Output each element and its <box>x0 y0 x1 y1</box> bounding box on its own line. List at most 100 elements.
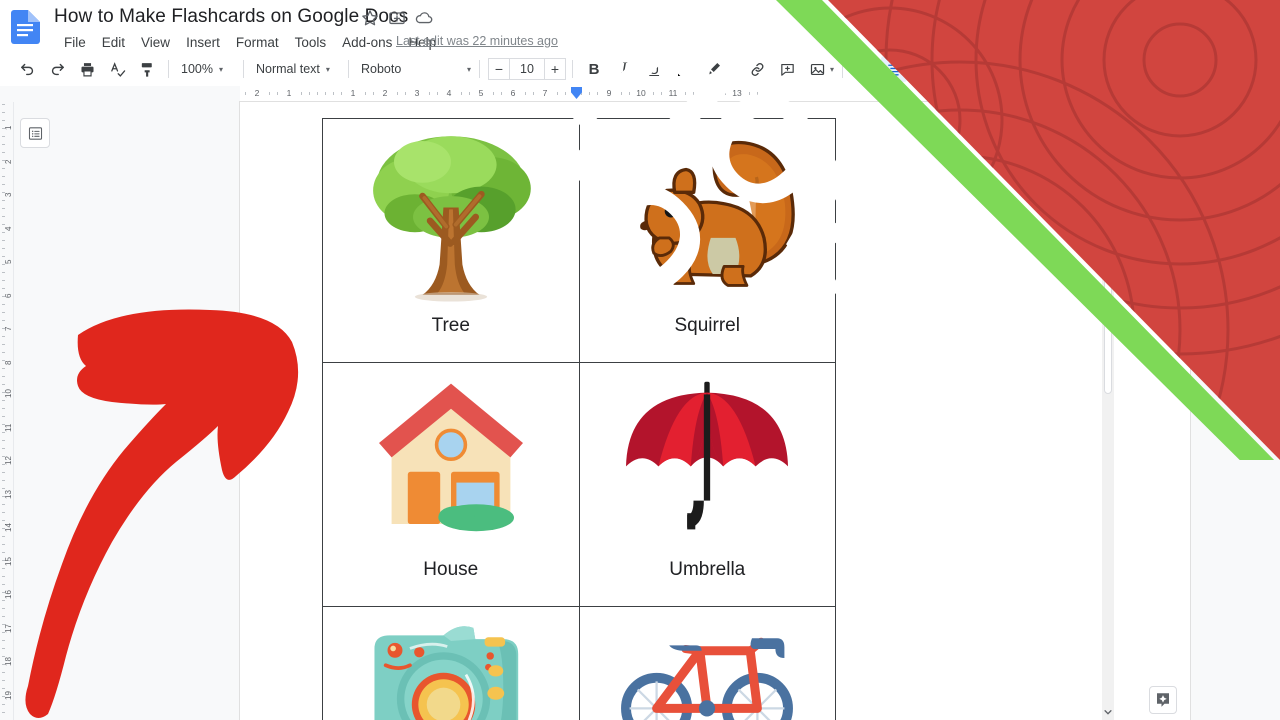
ruler-tick <box>2 712 5 713</box>
ruler-tick <box>2 392 5 393</box>
ruler-tick <box>325 92 326 95</box>
align-left-icon[interactable] <box>851 56 877 82</box>
flashcard-cell-bicycle[interactable] <box>578 606 836 720</box>
flashcard-cell-camera[interactable] <box>322 606 580 720</box>
ruler-tick <box>461 92 462 95</box>
saved-to-drive-cloud-icon[interactable] <box>414 8 434 28</box>
flashcard-label: House <box>423 559 479 580</box>
horizontal-ruler[interactable]: 2 1 1 2 3 4 5 6 7 9 10 11 12 13 <box>0 86 1280 102</box>
indent-marker-icon[interactable] <box>571 87 582 99</box>
ruler-number: 7 <box>542 88 548 98</box>
menu-item-insert[interactable]: Insert <box>178 35 228 50</box>
flashcard-table[interactable]: Tree Squirrel House Umbrella <box>322 118 836 720</box>
bold-button[interactable]: B <box>581 56 607 82</box>
horizontal-ruler-track: 2 1 1 2 3 4 5 6 7 9 10 11 12 13 <box>240 86 940 102</box>
document-outline-icon[interactable] <box>20 118 50 148</box>
ruler-number: 1 <box>4 125 13 130</box>
ruler-tick <box>2 376 5 377</box>
ruler-tick <box>2 480 5 481</box>
insert-image-icon[interactable] <box>804 56 830 82</box>
menu-item-file[interactable]: File <box>56 35 94 50</box>
ruler-tick <box>757 92 758 95</box>
redo-icon[interactable] <box>44 56 70 82</box>
menu-item-addons[interactable]: Add-ons <box>334 35 400 50</box>
ruler-tick <box>2 680 5 681</box>
paint-format-icon[interactable] <box>134 56 160 82</box>
ruler-tick <box>2 672 5 673</box>
text-color-button[interactable]: A <box>671 56 697 82</box>
ruler-tick <box>2 456 5 457</box>
squirrel-illustration <box>580 119 836 315</box>
vertical-scrollbar[interactable] <box>1102 102 1114 720</box>
chevron-down-icon: ▾ <box>466 64 471 74</box>
ruler-tick <box>2 592 5 593</box>
toolbar-divider <box>842 60 844 78</box>
flashcard-cell-house[interactable]: House <box>322 362 580 607</box>
camera-illustration <box>323 607 579 720</box>
undo-icon[interactable] <box>14 56 40 82</box>
menu-item-view[interactable]: View <box>133 35 178 50</box>
ruler-tick <box>2 104 5 105</box>
chevron-down-icon[interactable] <box>1102 706 1114 718</box>
ruler-tick <box>717 92 718 95</box>
flashcard-cell-tree[interactable]: Tree <box>322 118 580 363</box>
ruler-tick <box>2 536 5 537</box>
ruler-tick <box>2 304 5 305</box>
spellcheck-icon[interactable] <box>104 56 130 82</box>
google-docs-logo[interactable] <box>10 10 40 44</box>
align-center-icon[interactable] <box>881 56 908 82</box>
table-row: Tree Squirrel <box>322 118 836 363</box>
print-icon[interactable] <box>74 56 100 82</box>
star-icon[interactable] <box>360 8 380 28</box>
chevron-down-icon: ▾ <box>325 64 330 74</box>
ruler-number: 10 <box>4 389 13 398</box>
move-to-folder-icon[interactable] <box>387 8 407 28</box>
ruler-tick <box>2 280 5 281</box>
insert-link-icon[interactable] <box>744 56 770 82</box>
menu-item-format[interactable]: Format <box>228 35 287 50</box>
ruler-tick <box>301 92 302 95</box>
ruler-tick <box>589 92 590 95</box>
ruler-tick <box>2 704 5 705</box>
explore-sparkle-icon[interactable] <box>1149 686 1177 714</box>
paragraph-style-select[interactable]: Normal text ▾ <box>250 58 342 80</box>
italic-button[interactable]: I <box>611 56 637 82</box>
ruler-number: 16 <box>4 590 13 599</box>
menu-item-tools[interactable]: Tools <box>287 35 335 50</box>
ruler-number: 6 <box>510 88 516 98</box>
ruler-number: 9 <box>606 88 612 98</box>
ruler-tick <box>397 92 398 95</box>
font-family-select[interactable]: Roboto ▾ <box>355 58 473 80</box>
ruler-tick <box>2 256 5 257</box>
image-options-chevron-down-icon[interactable]: ▾ <box>830 65 834 74</box>
font-size-value[interactable]: 10 <box>510 58 544 80</box>
menu-item-edit[interactable]: Edit <box>94 35 133 50</box>
ruler-tick <box>2 168 5 169</box>
text-color-swatch <box>677 72 691 76</box>
ruler-tick <box>2 528 5 529</box>
ruler-number: 5 <box>4 259 13 264</box>
vertical-ruler[interactable]: 1 2 3 4 5 6 7 8 10 11 12 13 14 15 16 17 18 19 <box>0 102 14 720</box>
font-size-decrease-button[interactable]: − <box>488 58 510 80</box>
flashcard-cell-umbrella[interactable]: Umbrella <box>578 362 836 607</box>
highlight-pen-icon[interactable] <box>701 56 727 82</box>
ruler-tick <box>2 320 5 321</box>
last-edit-status[interactable]: Last edit was 22 minutes ago <box>396 34 558 48</box>
flashcard-label: Squirrel <box>674 315 740 336</box>
ruler-tick <box>2 152 5 153</box>
ruler-number: 1 <box>286 88 292 98</box>
house-illustration <box>323 363 579 559</box>
ruler-number: 5 <box>478 88 484 98</box>
document-title[interactable]: How to Make Flashcards on Google Docs <box>54 6 408 28</box>
add-comment-icon[interactable] <box>774 56 800 82</box>
font-size-increase-button[interactable]: + <box>544 58 566 80</box>
ruler-tick <box>2 144 5 145</box>
ruler-tick <box>333 92 334 95</box>
underline-button[interactable]: U <box>641 56 667 82</box>
scrollbar-thumb[interactable] <box>1104 104 1112 394</box>
ruler-tick <box>2 504 5 505</box>
document-page[interactable]: Tree Squirrel House Umbrella <box>240 102 1190 720</box>
ruler-number: 2 <box>254 88 260 98</box>
flashcard-cell-squirrel[interactable]: Squirrel <box>578 118 836 363</box>
zoom-select[interactable]: 100% ▾ <box>175 58 237 80</box>
